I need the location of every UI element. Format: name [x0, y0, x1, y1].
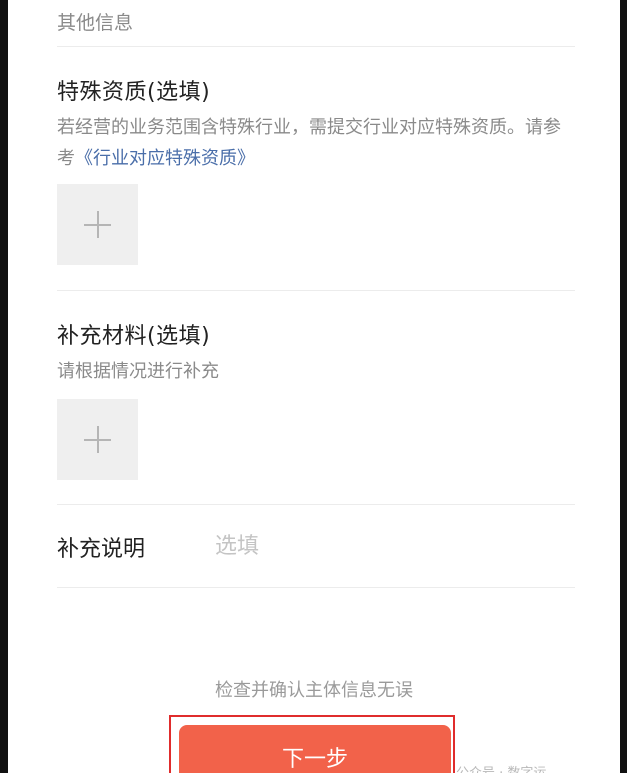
- divider: [57, 587, 575, 588]
- special-qualification-title: 特殊资质(选填): [57, 80, 211, 105]
- divider: [57, 504, 575, 505]
- watermark: 公众号 · 数字运: [456, 762, 546, 773]
- supplementary-note-input[interactable]: [215, 529, 565, 563]
- special-qualification-desc: 若经营的业务范围含特殊行业，需提交行业对应特殊资质。请参考《行业对应特殊资质》: [57, 112, 567, 174]
- supplementary-materials-upload-button[interactable]: [57, 399, 138, 480]
- next-step-button[interactable]: 下一步: [179, 725, 451, 773]
- confirm-info-text: 检查并确认主体信息无误: [215, 680, 413, 701]
- other-info-title: 其他信息: [57, 12, 134, 34]
- special-qualification-link[interactable]: 《行业对应特殊资质》: [75, 148, 255, 169]
- supplementary-materials-desc: 请根据情况进行补充: [57, 361, 219, 382]
- divider: [57, 46, 575, 47]
- divider: [57, 290, 575, 291]
- special-qualification-upload-button[interactable]: [57, 184, 138, 265]
- supplementary-note-label: 补充说明: [57, 537, 146, 562]
- form-screen: 其他信息 特殊资质(选填) 若经营的业务范围含特殊行业，需提交行业对应特殊资质。…: [8, 0, 620, 773]
- supplementary-materials-title: 补充材料(选填): [57, 324, 211, 349]
